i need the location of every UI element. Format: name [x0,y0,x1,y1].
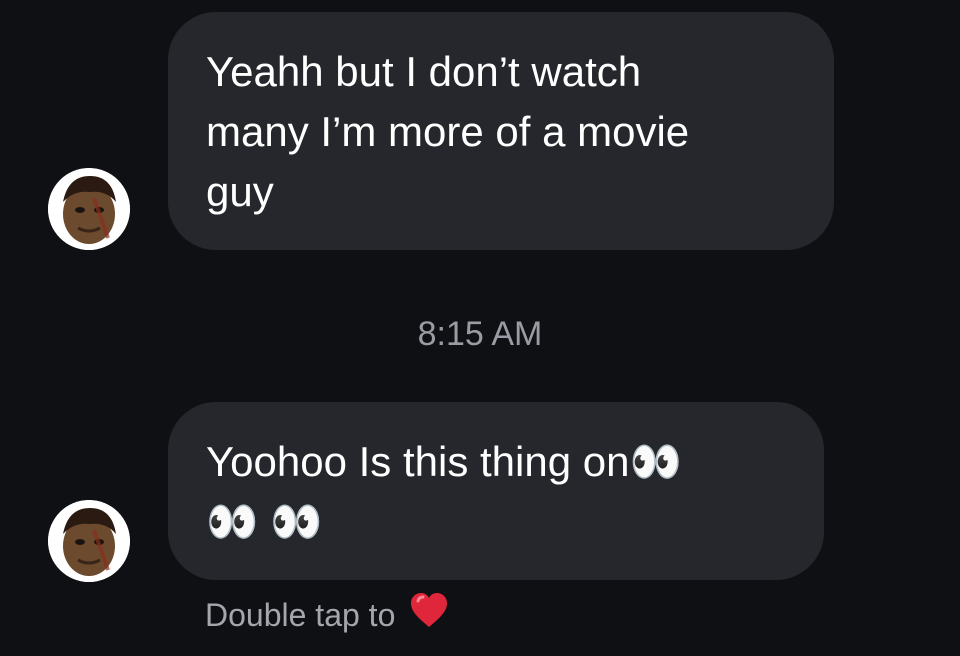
message-line: 👀 👀 [206,498,323,545]
message-bubble[interactable]: Yoohoo Is this thing on👀 👀 👀 [168,402,824,580]
double-tap-label: Double tap to [205,596,396,633]
message-line: many I’m more of a movie [206,108,690,155]
message-bubble[interactable]: Yeahh but I don’t watch many I’m more of… [168,12,834,250]
message-line: guy [206,168,274,215]
avatar[interactable] [48,168,130,250]
avatar[interactable] [48,500,130,582]
message-line: Yoohoo Is this thing on👀 [206,438,682,485]
double-tap-hint: Double tap to [205,591,449,638]
heart-icon[interactable] [409,591,449,638]
timestamp: 8:15 AM [417,315,543,353]
message-line: Yeahh but I don’t watch [206,48,642,95]
